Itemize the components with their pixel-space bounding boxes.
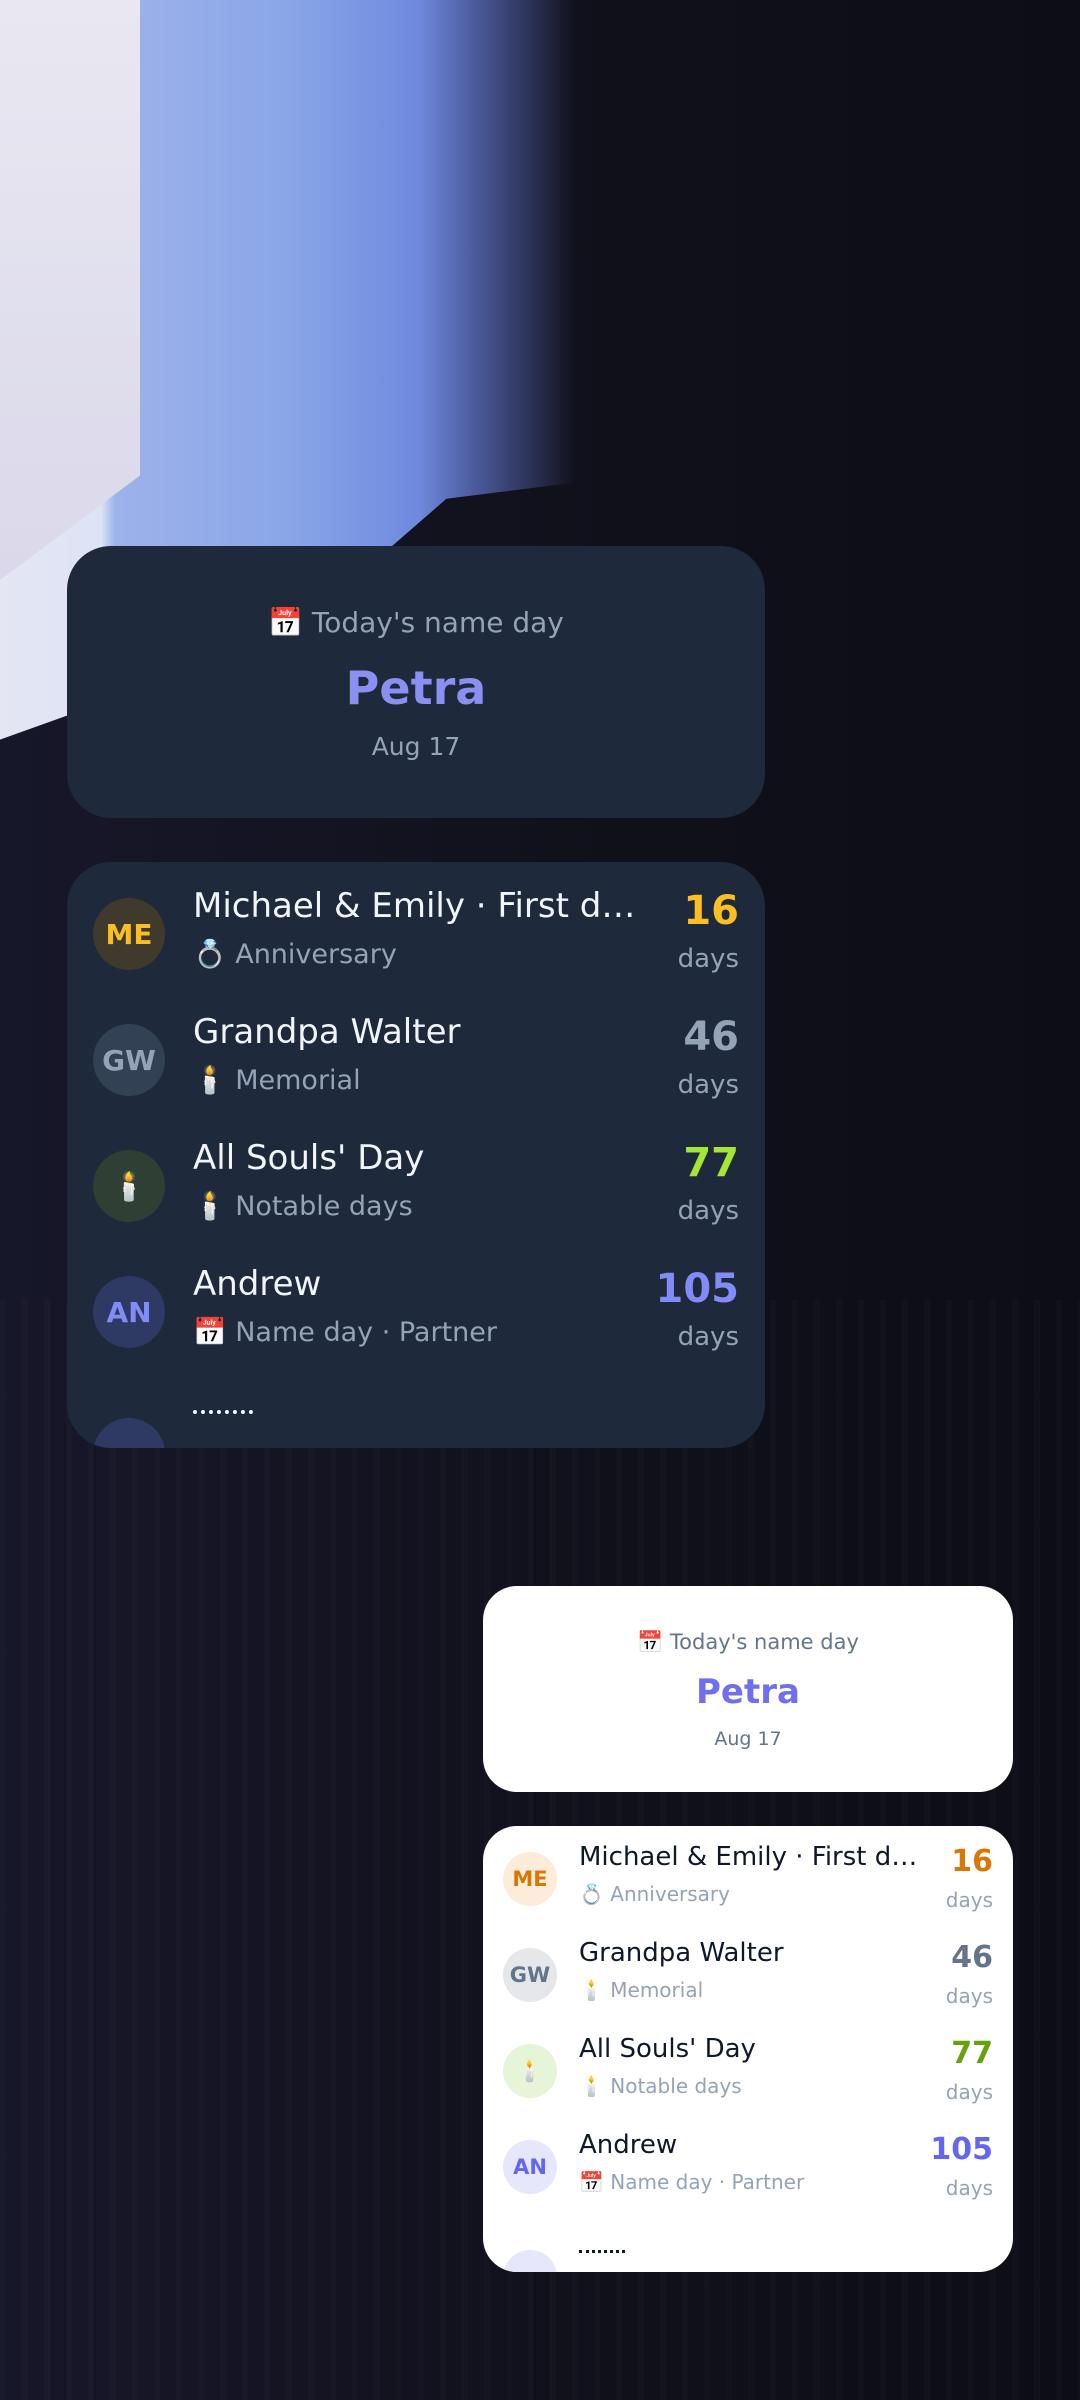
cut-off-title	[193, 1410, 253, 1426]
event-category: 🕯️ Notable days	[193, 1191, 413, 1222]
event-category: 💍 Anniversary	[579, 1882, 730, 1906]
candle-icon: 🕯️	[579, 2074, 604, 2098]
event-title: Andrew	[193, 1264, 322, 1304]
event-row[interactable]: 🕯️ All Souls' Day 🕯️ Notable days 77 day…	[67, 1126, 765, 1252]
event-row[interactable]: ME Michael & Emily · First dat… 💍 Annive…	[67, 874, 765, 1000]
event-title: Michael & Emily · First dat…	[579, 1842, 931, 1872]
calendar-icon: 📅	[193, 1317, 227, 1348]
event-row[interactable]: GW Grandpa Walter 🕯️ Memorial 46 days	[483, 1930, 1013, 2026]
days-count: 105	[930, 2132, 993, 2167]
name-day-date: Aug 17	[371, 732, 461, 761]
candle-icon: 🕯️	[579, 1978, 604, 2002]
event-title: Grandpa Walter	[193, 1012, 461, 1052]
days-label: days	[945, 2080, 993, 2104]
candle-icon: 🕯️	[193, 1065, 227, 1096]
days-label: days	[945, 1888, 993, 1912]
calendar-icon: 📅	[579, 2170, 604, 2194]
event-row[interactable]: 🕯️ All Souls' Day 🕯️ Notable days 77 day…	[483, 2026, 1013, 2122]
event-title: Michael & Emily · First dat…	[193, 886, 653, 926]
avatar: GW	[93, 1024, 165, 1096]
event-title: Grandpa Walter	[579, 1938, 784, 1968]
name-day-date: Aug 17	[714, 1728, 782, 1750]
days-count: 46	[683, 1014, 739, 1060]
name-day-widget-light[interactable]: 📅 Today's name day Petra Aug 17	[483, 1586, 1013, 1792]
name-day-label: 📅 Today's name day	[268, 606, 564, 639]
days-count: 16	[683, 888, 739, 934]
days-count: 105	[655, 1266, 740, 1312]
cut-off-title	[579, 2250, 625, 2263]
calendar-icon: 📅	[268, 606, 303, 639]
event-title: Andrew	[579, 2130, 678, 2160]
event-category: 🕯️ Memorial	[193, 1065, 361, 1096]
candle-avatar-icon: 🕯️	[503, 2044, 557, 2098]
days-label: days	[677, 944, 739, 974]
events-widget-dark[interactable]: ME Michael & Emily · First dat… 💍 Annive…	[67, 862, 765, 1448]
event-category: 📅 Name day · Partner	[579, 2170, 805, 2194]
event-row[interactable]: AN Andrew 📅 Name day · Partner 105 days	[483, 2122, 1013, 2218]
event-row[interactable]: GW Grandpa Walter 🕯️ Memorial 46 days	[67, 1000, 765, 1126]
avatar: AN	[503, 2140, 557, 2194]
days-count: 46	[951, 1940, 993, 1975]
calendar-icon: 📅	[637, 1630, 664, 1654]
cut-off-avatar	[93, 1418, 165, 1448]
event-title: All Souls' Day	[193, 1138, 425, 1178]
name-day-label: 📅 Today's name day	[637, 1630, 859, 1654]
name-day-widget-dark[interactable]: 📅 Today's name day Petra Aug 17	[67, 546, 765, 818]
event-category: 🕯️ Memorial	[579, 1978, 704, 2002]
events-widget-light[interactable]: ME Michael & Emily · First dat… 💍 Annive…	[483, 1826, 1013, 2272]
avatar: GW	[503, 1948, 557, 2002]
days-label: days	[677, 1196, 739, 1226]
event-row[interactable]: AN Andrew 📅 Name day · Partner 105 days	[67, 1252, 765, 1378]
days-label: days	[945, 2176, 993, 2200]
days-label: days	[677, 1322, 739, 1352]
candle-avatar-icon: 🕯️	[93, 1150, 165, 1222]
event-category: 📅 Name day · Partner	[193, 1317, 497, 1348]
cut-off-avatar	[503, 2250, 557, 2272]
avatar: AN	[93, 1276, 165, 1348]
candle-icon: 🕯️	[193, 1191, 227, 1222]
event-category: 💍 Anniversary	[193, 939, 397, 970]
ring-icon: 💍	[193, 939, 227, 970]
avatar: ME	[503, 1852, 557, 1906]
name-day-name: Petra	[345, 661, 487, 715]
event-category: 🕯️ Notable days	[579, 2074, 742, 2098]
days-label: days	[677, 1070, 739, 1100]
days-count: 77	[683, 1140, 739, 1186]
name-day-name: Petra	[696, 1672, 800, 1712]
event-row[interactable]: ME Michael & Emily · First dat… 💍 Annive…	[483, 1834, 1013, 1930]
days-count: 16	[951, 1844, 993, 1879]
days-count: 77	[951, 2036, 993, 2071]
days-label: days	[945, 1984, 993, 2008]
avatar: ME	[93, 898, 165, 970]
ring-icon: 💍	[579, 1882, 604, 1906]
event-title: All Souls' Day	[579, 2034, 756, 2064]
